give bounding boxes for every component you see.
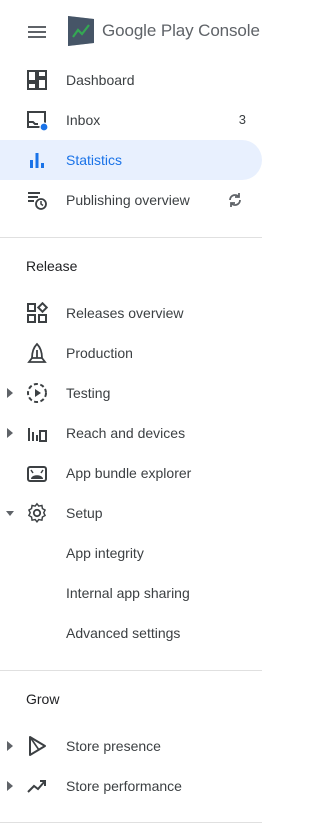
nav-item-app-integrity[interactable]: App integrity [0, 533, 262, 573]
nav-item-production[interactable]: Production [0, 333, 262, 373]
play-console-logo-icon [68, 16, 94, 46]
nav-item-store-performance[interactable]: Store performance [0, 766, 262, 806]
statistics-icon [30, 153, 44, 168]
android-icon [27, 466, 47, 482]
trending-up-icon [27, 780, 46, 793]
nav-item-label: Publishing overview [66, 192, 190, 208]
nav-item-label: Releases overview [66, 305, 184, 321]
nav-item-label: Internal app sharing [66, 585, 190, 601]
nav-item-testing[interactable]: Testing [0, 373, 262, 413]
nav-item-label: Reach and devices [66, 425, 186, 441]
section-title-release: Release [26, 258, 78, 274]
testing-icon [27, 383, 47, 403]
production-icon [27, 342, 47, 363]
inbox-count-badge: 3 [238, 112, 246, 127]
nav-item-label: Store presence [66, 738, 161, 754]
gear-icon [27, 502, 47, 523]
caret-right-icon[interactable] [6, 388, 14, 398]
nav-item-reach-and-devices[interactable]: Reach and devices [0, 413, 262, 453]
nav-item-dashboard[interactable]: Dashboard [0, 60, 262, 100]
nav-item-label: App integrity [66, 545, 144, 561]
nav-item-label: Inbox [66, 112, 101, 128]
nav-item-releases-overview[interactable]: Releases overview [0, 293, 262, 333]
nav-item-store-presence[interactable]: Store presence [0, 726, 262, 766]
section-title-grow: Grow [26, 691, 60, 707]
nav-item-publishing-overview[interactable]: Publishing overview [0, 180, 262, 220]
nav-item-advanced-settings[interactable]: Advanced settings [0, 613, 262, 653]
nav-item-label: Advanced settings [66, 625, 181, 641]
section-divider [0, 237, 262, 238]
menu-icon[interactable] [26, 24, 48, 40]
store-presence-icon [29, 736, 46, 756]
nav-item-label: Dashboard [66, 72, 135, 88]
nav-item-label: App bundle explorer [66, 465, 192, 481]
releases-overview-icon [27, 302, 48, 323]
app-header: Google Play Console [0, 0, 270, 62]
publishing-overview-icon [28, 192, 47, 210]
dashboard-icon [27, 70, 47, 90]
nav-item-label: Production [66, 345, 133, 361]
nav-item-label: Store performance [66, 778, 182, 794]
nav-item-internal-app-sharing[interactable]: Internal app sharing [0, 573, 262, 613]
brand-title: Google Play Console [102, 21, 260, 40]
section-divider [0, 822, 262, 823]
reach-icon [28, 428, 47, 442]
nav-item-label: Testing [66, 385, 111, 401]
nav-item-label: Statistics [66, 152, 123, 168]
nav-item-setup[interactable]: Setup [0, 493, 262, 533]
nav-item-statistics[interactable]: Statistics [0, 140, 262, 180]
caret-down-icon[interactable] [6, 508, 14, 518]
inbox-icon [27, 111, 48, 131]
nav-item-label: Setup [66, 505, 103, 521]
section-divider [0, 670, 262, 671]
sync-icon[interactable] [226, 191, 244, 209]
nav-item-app-bundle-explorer[interactable]: App bundle explorer [0, 453, 262, 493]
caret-right-icon[interactable] [6, 781, 14, 791]
nav-item-inbox[interactable]: Inbox 3 [0, 100, 262, 140]
caret-right-icon[interactable] [6, 428, 14, 438]
caret-right-icon[interactable] [6, 741, 14, 751]
